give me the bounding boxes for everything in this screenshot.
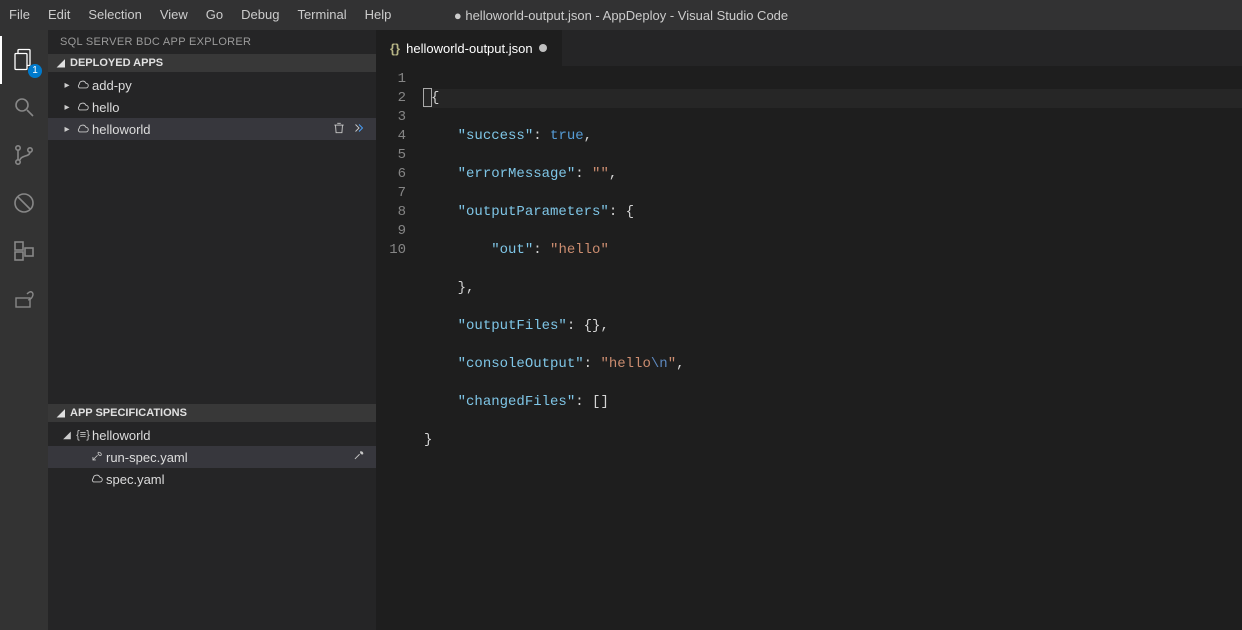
menu-file[interactable]: File [0, 0, 39, 30]
sidebar: SQL SERVER BDC APP EXPLORER ◢ DEPLOYED A… [48, 30, 376, 630]
spec-file-row[interactable]: spec.yaml [48, 468, 376, 490]
deployed-apps-tree: ▸ add-py ▸ hello ▸ [48, 72, 376, 142]
code-view[interactable]: 1 2 3 4 5 6 7 8 9 10 { "success": true, … [376, 66, 1242, 488]
app-specs-tree: ◢ {≡} helloworld run-spec.yaml [48, 422, 376, 630]
menu-debug[interactable]: Debug [232, 0, 288, 30]
json-icon: {} [390, 41, 400, 56]
activity-bar: 1 [0, 30, 48, 630]
bug-icon [12, 191, 36, 218]
chevron-right-icon: ▸ [60, 80, 74, 91]
section-app-specs-label: APP SPECIFICATIONS [70, 407, 187, 419]
section-deployed-apps-label: DEPLOYED APPS [70, 57, 163, 69]
spec-root-row[interactable]: ◢ {≡} helloworld [48, 424, 376, 446]
tab-label: helloworld-output.json [406, 41, 532, 56]
activity-explorer[interactable]: 1 [0, 36, 48, 84]
menubar-menus: File Edit Selection View Go Debug Termin… [0, 0, 400, 30]
search-icon [12, 95, 36, 122]
menu-view[interactable]: View [151, 0, 197, 30]
menu-selection[interactable]: Selection [79, 0, 150, 30]
section-app-specs[interactable]: ◢ APP SPECIFICATIONS [48, 404, 376, 422]
modified-dot: ● [454, 8, 462, 23]
activity-debug[interactable] [0, 180, 48, 228]
menu-go[interactable]: Go [197, 0, 232, 30]
deployed-app-label: hello [92, 100, 119, 115]
extensions-icon [12, 239, 36, 266]
cloud-icon [88, 472, 106, 486]
activity-appdeploy[interactable] [0, 276, 48, 324]
rocket-icon [88, 450, 106, 464]
menu-edit[interactable]: Edit [39, 0, 79, 30]
cloud-icon [74, 122, 92, 136]
tab-helloworld-output[interactable]: {} helloworld-output.json [376, 30, 562, 66]
window-title-text: helloworld-output.json - AppDeploy - Vis… [465, 8, 788, 23]
deployed-app-row[interactable]: ▸ hello [48, 96, 376, 118]
cloud-icon [74, 100, 92, 114]
activity-scm[interactable] [0, 132, 48, 180]
deployed-app-label: add-py [92, 78, 132, 93]
deployed-app-label: helloworld [92, 122, 151, 137]
code-lines: { "success": true, "errorMessage": "", "… [424, 70, 1242, 488]
menubar: File Edit Selection View Go Debug Termin… [0, 0, 1242, 30]
chevron-down-icon: ◢ [60, 430, 74, 441]
branch-icon [12, 143, 36, 170]
editor: {} helloworld-output.json 1 2 3 4 5 6 7 … [376, 30, 1242, 630]
run-spec-icon[interactable] [352, 449, 366, 466]
gutter: 1 2 3 4 5 6 7 8 9 10 [376, 70, 424, 488]
rocket-icon [12, 287, 36, 314]
deployed-app-row[interactable]: ▸ add-py [48, 74, 376, 96]
chevron-right-icon: ▸ [60, 102, 74, 113]
explorer-badge: 1 [28, 64, 42, 78]
chevron-down-icon: ◢ [56, 58, 66, 69]
spec-file-row[interactable]: run-spec.yaml [48, 446, 376, 468]
spec-root-label: helloworld [92, 428, 151, 443]
manifest-icon: {≡} [74, 429, 92, 441]
tab-modified-icon [539, 44, 547, 52]
activity-extensions[interactable] [0, 228, 48, 276]
run-icon[interactable] [352, 121, 366, 138]
menu-terminal[interactable]: Terminal [288, 0, 355, 30]
deployed-app-row[interactable]: ▸ helloworld [48, 118, 376, 140]
sidebar-title: SQL SERVER BDC APP EXPLORER [48, 30, 376, 54]
chevron-right-icon: ▸ [60, 124, 74, 135]
chevron-down-icon: ◢ [56, 408, 66, 419]
cloud-icon [74, 78, 92, 92]
section-deployed-apps[interactable]: ◢ DEPLOYED APPS [48, 54, 376, 72]
delete-icon[interactable] [332, 121, 346, 138]
activity-search[interactable] [0, 84, 48, 132]
tabbar: {} helloworld-output.json [376, 30, 1242, 66]
spec-file-label: run-spec.yaml [106, 450, 188, 465]
spec-file-label: spec.yaml [106, 472, 165, 487]
menu-help[interactable]: Help [356, 0, 401, 30]
